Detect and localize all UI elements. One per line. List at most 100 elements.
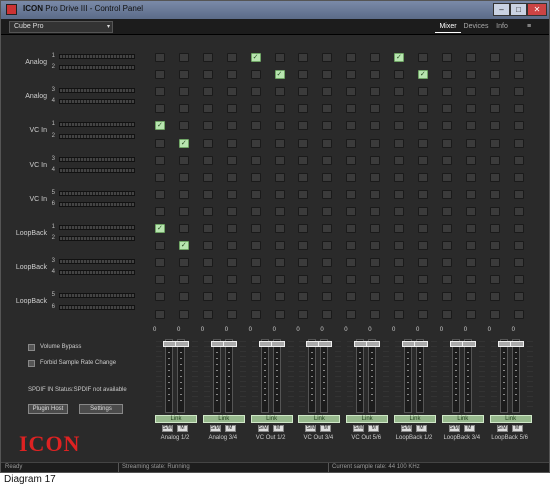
matrix-cell[interactable] xyxy=(370,87,381,97)
matrix-cell[interactable] xyxy=(322,224,333,233)
mute-button[interactable]: M xyxy=(368,425,380,432)
matrix-cell[interactable] xyxy=(202,87,213,97)
mute-button[interactable]: M xyxy=(463,425,475,432)
link-button[interactable]: Link xyxy=(489,415,532,423)
matrix-cell[interactable] xyxy=(513,70,524,80)
solo-button[interactable]: S/M xyxy=(401,425,412,432)
matrix-cell[interactable] xyxy=(274,292,285,302)
matrix-cell[interactable] xyxy=(250,258,261,268)
matrix-cell[interactable] xyxy=(250,172,261,182)
matrix-cell[interactable] xyxy=(465,206,476,216)
matrix-cell[interactable] xyxy=(226,138,237,148)
matrix-cell[interactable] xyxy=(274,121,285,131)
fader-handle[interactable] xyxy=(270,341,285,347)
matrix-cell[interactable] xyxy=(274,104,285,114)
matrix-cell[interactable] xyxy=(178,258,189,268)
matrix-cell[interactable] xyxy=(322,258,333,268)
matrix-cell[interactable] xyxy=(202,206,213,216)
matrix-cell[interactable] xyxy=(394,189,404,199)
matrix-cell[interactable] xyxy=(441,241,452,251)
matrix-cell[interactable] xyxy=(513,155,524,165)
matrix-cell[interactable] xyxy=(489,206,500,216)
matrix-cell[interactable] xyxy=(250,121,261,131)
solo-button[interactable]: S/M xyxy=(305,425,317,432)
matrix-cell[interactable] xyxy=(274,206,285,216)
matrix-cell[interactable] xyxy=(346,241,357,251)
matrix-cell[interactable] xyxy=(178,275,189,285)
matrix-cell[interactable] xyxy=(465,292,476,302)
matrix-cell[interactable] xyxy=(298,70,309,80)
matrix-cell[interactable] xyxy=(298,172,309,182)
link-button[interactable]: Link xyxy=(298,415,341,423)
left-fader[interactable] xyxy=(306,339,321,413)
matrix-cell[interactable] xyxy=(417,224,428,233)
matrix-cell[interactable] xyxy=(441,275,452,285)
matrix-cell[interactable] xyxy=(202,309,213,319)
matrix-cell[interactable] xyxy=(346,258,357,268)
fader-handle[interactable] xyxy=(509,341,524,347)
right-fader[interactable] xyxy=(175,339,189,413)
matrix-cell[interactable] xyxy=(155,70,165,80)
matrix-cell[interactable] xyxy=(322,206,333,216)
matrix-cell[interactable] xyxy=(250,206,261,216)
right-fader[interactable] xyxy=(222,339,237,413)
matrix-cell[interactable] xyxy=(298,155,309,165)
matrix-cell[interactable] xyxy=(226,292,237,302)
matrix-cell[interactable] xyxy=(274,87,285,97)
matrix-cell[interactable] xyxy=(274,138,285,148)
matrix-cell[interactable] xyxy=(226,309,237,319)
maximize-button[interactable]: □ xyxy=(510,3,527,16)
matrix-cell[interactable] xyxy=(489,104,500,114)
matrix-cell[interactable] xyxy=(394,258,404,268)
matrix-cell[interactable] xyxy=(370,206,381,216)
matrix-cell[interactable] xyxy=(417,241,428,251)
matrix-cell[interactable] xyxy=(202,53,213,62)
matrix-cell[interactable] xyxy=(370,258,381,268)
matrix-cell[interactable] xyxy=(417,53,428,62)
matrix-cell[interactable] xyxy=(226,241,237,251)
matrix-cell[interactable] xyxy=(370,53,381,62)
matrix-cell[interactable] xyxy=(298,189,309,199)
matrix-cell[interactable] xyxy=(226,53,237,62)
matrix-cell[interactable] xyxy=(226,121,237,131)
matrix-cell[interactable] xyxy=(370,189,381,199)
matrix-cell[interactable] xyxy=(441,292,452,302)
matrix-cell[interactable] xyxy=(202,224,213,233)
solo-button[interactable]: S/M xyxy=(353,425,365,432)
matrix-cell[interactable] xyxy=(489,258,500,268)
right-fader[interactable] xyxy=(366,339,381,413)
matrix-cell[interactable] xyxy=(298,104,309,114)
link-button[interactable]: Link xyxy=(346,415,389,423)
volume-bypass-checkbox[interactable] xyxy=(28,344,35,351)
matrix-cell[interactable] xyxy=(226,189,237,199)
matrix-cell[interactable] xyxy=(178,292,189,302)
matrix-cell[interactable] xyxy=(346,104,357,114)
matrix-cell-active[interactable]: ✓ xyxy=(155,121,165,131)
matrix-cell[interactable] xyxy=(394,241,404,251)
left-fader[interactable] xyxy=(497,339,512,413)
matrix-cell[interactable] xyxy=(441,309,452,319)
matrix-cell[interactable] xyxy=(274,224,285,233)
fader-handle[interactable] xyxy=(461,341,476,347)
matrix-cell[interactable] xyxy=(417,309,428,319)
link-button[interactable]: Link xyxy=(202,415,245,423)
matrix-cell[interactable] xyxy=(346,155,357,165)
right-fader[interactable] xyxy=(270,339,285,413)
solo-button[interactable]: S/M xyxy=(448,425,460,432)
matrix-cell-active[interactable]: ✓ xyxy=(155,224,165,233)
matrix-cell[interactable] xyxy=(489,241,500,251)
matrix-cell[interactable] xyxy=(322,87,333,97)
matrix-cell[interactable] xyxy=(394,121,404,131)
matrix-cell[interactable] xyxy=(489,155,500,165)
matrix-cell[interactable] xyxy=(441,224,452,233)
matrix-cell[interactable] xyxy=(370,138,381,148)
matrix-cell[interactable] xyxy=(155,138,165,148)
fader-handle[interactable] xyxy=(318,341,333,347)
matrix-cell[interactable] xyxy=(274,155,285,165)
matrix-cell[interactable] xyxy=(298,224,309,233)
matrix-cell[interactable] xyxy=(202,121,213,131)
matrix-cell[interactable] xyxy=(417,206,428,216)
matrix-cell[interactable] xyxy=(178,224,189,233)
matrix-cell[interactable] xyxy=(202,258,213,268)
left-fader[interactable] xyxy=(210,339,225,413)
